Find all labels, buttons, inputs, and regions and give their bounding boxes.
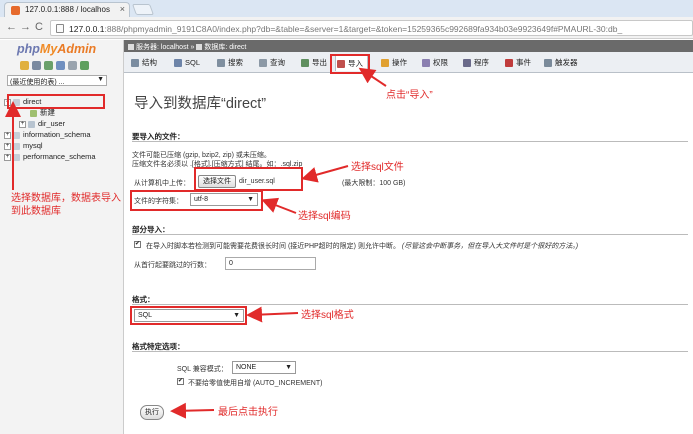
page-info-icon[interactable] — [56, 24, 64, 33]
reload-icon[interactable]: C — [35, 21, 43, 33]
wrench-icon — [381, 59, 389, 67]
chevron-down-icon: ▼ — [97, 76, 104, 83]
skip-rows-label: 从首行起要跳过的行数： — [134, 262, 211, 269]
new-table-icon — [30, 109, 37, 117]
phpmyadmin-favicon-icon — [11, 6, 20, 15]
no-auto-increment-label: 不要给零值使用自增 (AUTO_INCREMENT) — [188, 380, 323, 387]
database-icon — [196, 44, 203, 51]
execute-button[interactable]: 执行 — [140, 405, 164, 420]
max-upload-size: (最大限制：100 GB) — [342, 180, 406, 187]
browser-toolbar: ← → C 127.0.0.1:888/phpmyadmin_9191C8A0/… — [0, 17, 693, 39]
breadcrumb-server[interactable]: 服务器: localhost — [136, 44, 189, 51]
export-icon — [301, 59, 309, 67]
server-icon — [128, 44, 134, 51]
help-icon[interactable] — [56, 61, 65, 70]
tab-structure[interactable]: 结构 — [130, 55, 157, 71]
tree-db-performance-schema[interactable]: + performance_schema — [4, 151, 124, 162]
highlight-import-tab — [330, 54, 370, 74]
forward-icon[interactable]: → — [20, 21, 31, 33]
url-path: :888/phpmyadmin_9191C8A0/index.php?db=&t… — [104, 24, 623, 34]
triggers-icon — [544, 59, 552, 67]
browser-tab[interactable]: 127.0.0.1:888 / localhos × — [4, 2, 130, 17]
home-icon[interactable] — [20, 61, 29, 70]
search-icon — [217, 59, 225, 67]
expand-icon[interactable]: + — [19, 120, 26, 128]
database-icon — [13, 131, 20, 139]
sidebar-icon-row — [20, 61, 92, 71]
tab-sql[interactable]: SQL — [173, 55, 200, 71]
no-auto-increment-checkbox[interactable]: ✔ — [177, 378, 184, 385]
sql-query-icon[interactable] — [44, 61, 53, 70]
page-title: 导入到数据库“direct” — [134, 96, 267, 112]
allow-interrupt-label: 在导入时脚本若检测到可能需要花费很长时间 (接近PHP超时的限定) 则允许中断。… — [146, 243, 579, 250]
annotation-select-db: 选择数据库，数据表导入到此数据库 — [11, 193, 121, 217]
expand-icon[interactable]: + — [4, 131, 11, 139]
new-tab-button[interactable] — [131, 4, 155, 15]
tab-export[interactable]: 导出 — [300, 55, 327, 71]
tree-db-information-schema[interactable]: + information_schema — [4, 129, 124, 140]
tab-triggers[interactable]: 触发器 — [543, 55, 578, 71]
highlight-format — [130, 306, 247, 325]
annotation-select-charset: 选择sql编码 — [298, 211, 351, 222]
browser-tab-title: 127.0.0.1:888 / localhos — [25, 5, 110, 14]
divider — [132, 304, 688, 305]
privileges-icon — [422, 59, 430, 67]
highlight-choose-file — [194, 167, 303, 191]
partial-import-note: (尽管这会中断事务，但在导入大文件时是个很好的方法。) — [401, 243, 579, 250]
back-icon[interactable]: ← — [6, 21, 17, 33]
query-icon — [259, 59, 267, 67]
breadcrumb-db[interactable]: 数据库: direct — [204, 44, 246, 51]
divider — [132, 351, 688, 352]
tab-query[interactable]: 查询 — [258, 55, 285, 71]
sql-compat-label: SQL 兼容模式： — [177, 366, 228, 373]
url-host: 127.0.0.1 — [69, 24, 105, 34]
phpmyadmin-logo[interactable]: phpMyAdmin — [17, 42, 96, 56]
tab-events[interactable]: 事件 — [504, 55, 531, 71]
annotation-click-import: 点击“导入” — [386, 90, 433, 101]
db-tab-bar: 结构 SQL 搜索 查询 导出 导入 操作 权限 程序 事件 触发器 — [124, 52, 693, 73]
tab-privileges[interactable]: 权限 — [421, 55, 448, 71]
routines-icon — [463, 59, 471, 67]
breadcrumb-separator: » — [190, 44, 195, 51]
tree-table-dir-user[interactable]: + dir_user — [4, 118, 124, 129]
highlight-charset — [130, 190, 263, 211]
divider — [132, 141, 688, 142]
recent-tables-select[interactable]: (最近使用的表) ... ▼ — [7, 75, 107, 86]
upload-label: 从计算机中上传： — [134, 180, 190, 187]
events-icon — [505, 59, 513, 67]
allow-interrupt-checkbox[interactable]: ✔ — [134, 241, 141, 248]
divider — [132, 234, 688, 235]
structure-icon — [131, 59, 139, 67]
expand-icon[interactable]: + — [4, 153, 11, 161]
tab-routines[interactable]: 程序 — [462, 55, 489, 71]
chevron-down-icon: ▼ — [285, 364, 292, 371]
highlight-db-direct — [7, 94, 105, 109]
tree-db-mysql[interactable]: + mysql — [4, 140, 124, 151]
tab-search[interactable]: 搜索 — [216, 55, 243, 71]
annotation-select-file: 选择sql文件 — [351, 162, 404, 173]
exit-icon[interactable] — [32, 61, 41, 70]
browser-tab-strip: 127.0.0.1:888 / localhos × — [0, 0, 693, 17]
annotation-click-execute: 最后点击执行 — [218, 407, 278, 418]
table-icon — [28, 120, 35, 128]
reload-nav-icon[interactable] — [80, 61, 89, 70]
skip-rows-input[interactable]: 0 — [225, 257, 316, 270]
database-icon — [13, 153, 20, 161]
expand-icon[interactable]: + — [4, 142, 11, 150]
tab-close-icon[interactable]: × — [120, 4, 125, 14]
breadcrumb: 服务器: localhost » 数据库: direct — [124, 40, 693, 52]
tab-operations[interactable]: 操作 — [380, 55, 407, 71]
address-bar[interactable]: 127.0.0.1:888/phpmyadmin_9191C8A0/index.… — [50, 20, 693, 36]
sql-icon — [174, 59, 182, 67]
docs-icon[interactable] — [68, 61, 77, 70]
database-icon — [13, 142, 20, 150]
annotation-select-format: 选择sql格式 — [301, 310, 354, 321]
sql-compat-select[interactable]: NONE ▼ — [232, 361, 296, 374]
